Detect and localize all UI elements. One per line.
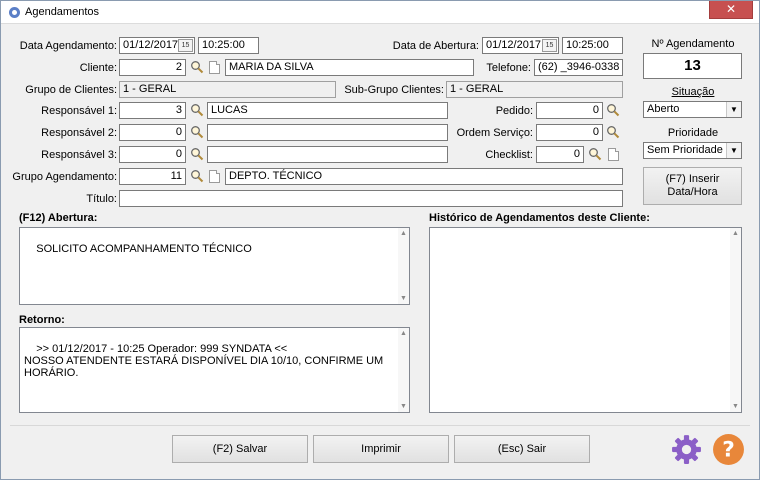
calendar-icon[interactable]: 15	[542, 39, 557, 52]
situacao-label: Situação	[671, 86, 715, 98]
scroll-up-icon[interactable]: ▲	[398, 228, 409, 239]
grupo-agend-code-field[interactable]: 11	[119, 168, 186, 185]
cliente-name-field[interactable]: MARIA DA SILVA	[225, 59, 474, 76]
calendar-icon[interactable]: 15	[178, 39, 193, 52]
numero-agendamento: 13	[643, 53, 742, 79]
magnifier-icon[interactable]	[190, 147, 204, 161]
scroll-up-icon[interactable]: ▲	[730, 228, 741, 239]
resp2-label: Responsável 2:	[41, 127, 117, 139]
magnifier-icon[interactable]	[190, 125, 204, 139]
app-icon	[9, 7, 20, 18]
hora-agendamento-field[interactable]: 10:25:00	[198, 37, 259, 54]
salvar-button[interactable]: (F2) Salvar	[172, 435, 308, 463]
chevron-down-icon[interactable]: ▼	[726, 102, 741, 117]
data-agendamento-field[interactable]: 01/12/2017 15	[119, 37, 195, 54]
inserir-data-hora-button[interactable]: (F7) Inserir Data/Hora	[643, 167, 742, 205]
prioridade-select[interactable]: Sem Prioridade ▼	[643, 142, 742, 159]
document-icon[interactable]	[608, 148, 619, 161]
pedido-label: Pedido:	[495, 105, 533, 117]
historico-list[interactable]: ▲ ▼	[429, 227, 742, 413]
cliente-code-field[interactable]: 2	[119, 59, 186, 76]
sair-button[interactable]: (Esc) Sair	[454, 435, 590, 463]
divider	[10, 425, 750, 426]
historico-label: Histórico de Agendamentos deste Cliente:	[429, 212, 650, 224]
scrollbar[interactable]: ▲ ▼	[730, 228, 741, 412]
chevron-down-icon[interactable]: ▼	[726, 143, 741, 158]
hora-abertura-field[interactable]: 10:25:00	[562, 37, 623, 54]
situacao-value: Aberto	[647, 103, 680, 115]
grupo-agend-name-field[interactable]: DEPTO. TÉCNICO	[225, 168, 623, 185]
svg-text:?: ?	[722, 438, 735, 463]
situacao-select[interactable]: Aberto ▼	[643, 101, 742, 118]
imprimir-button[interactable]: Imprimir	[313, 435, 449, 463]
prioridade-value: Sem Prioridade	[647, 144, 723, 156]
scroll-up-icon[interactable]: ▲	[398, 328, 409, 339]
resp2-code-field[interactable]: 0	[119, 124, 186, 141]
help-icon[interactable]: ?	[712, 433, 745, 466]
data-agendamento-value: 01/12/2017	[123, 39, 179, 51]
magnifier-icon[interactable]	[606, 125, 620, 139]
magnifier-icon[interactable]	[190, 103, 204, 117]
numero-label: Nº Agendamento	[651, 38, 735, 50]
grupo-clientes-field: 1 - GERAL	[119, 81, 336, 98]
magnifier-icon[interactable]	[606, 103, 620, 117]
scroll-down-icon[interactable]: ▼	[730, 401, 741, 412]
abertura-textarea[interactable]: SOLICITO ACOMPANHAMENTO TÉCNICO ▲ ▼	[19, 227, 410, 305]
telefone-label: Telefone:	[486, 62, 531, 74]
resp3-code-field[interactable]: 0	[119, 146, 186, 163]
abertura-label: (F12) Abertura:	[19, 212, 98, 224]
titulo-label: Título:	[86, 193, 117, 205]
title-bar: Agendamentos ✕	[1, 1, 759, 24]
document-icon[interactable]	[209, 170, 220, 183]
grupo-agend-label: Grupo Agendamento:	[12, 171, 117, 183]
magnifier-icon[interactable]	[190, 60, 204, 74]
resp1-label: Responsável 1:	[41, 105, 117, 117]
data-agendamento-label: Data Agendamento:	[19, 40, 117, 52]
data-abertura-label: Data de Abertura:	[392, 40, 479, 52]
telefone-field[interactable]: (62) _3946-0338	[534, 59, 623, 76]
retorno-text: >> 01/12/2017 - 10:25 Operador: 999 SYND…	[24, 343, 384, 379]
settings-icon[interactable]	[670, 433, 703, 466]
resp3-label: Responsável 3:	[41, 149, 117, 161]
scrollbar[interactable]: ▲ ▼	[398, 228, 409, 304]
subgrupo-field: 1 - GERAL	[446, 81, 623, 98]
resp1-code-field[interactable]: 3	[119, 102, 186, 119]
resp2-name-field[interactable]	[207, 124, 448, 141]
data-abertura-value: 01/12/2017	[486, 39, 542, 51]
magnifier-icon[interactable]	[190, 169, 204, 183]
checklist-label: Checklist:	[485, 149, 533, 161]
cliente-label: Cliente:	[79, 62, 117, 74]
scroll-down-icon[interactable]: ▼	[398, 293, 409, 304]
ordem-field[interactable]: 0	[536, 124, 603, 141]
resp3-name-field[interactable]	[207, 146, 448, 163]
abertura-text: SOLICITO ACOMPANHAMENTO TÉCNICO	[36, 243, 252, 255]
prioridade-label: Prioridade	[667, 127, 719, 139]
document-icon[interactable]	[209, 61, 220, 74]
retorno-label: Retorno:	[19, 314, 65, 326]
retorno-textarea[interactable]: >> 01/12/2017 - 10:25 Operador: 999 SYND…	[19, 327, 410, 413]
pedido-field[interactable]: 0	[536, 102, 603, 119]
resp1-name-field[interactable]: LUCAS	[207, 102, 448, 119]
grupo-clientes-label: Grupo de Clientes:	[25, 84, 117, 96]
checklist-field[interactable]: 0	[536, 146, 584, 163]
subgrupo-label: Sub-Grupo Clientes:	[344, 84, 444, 96]
agendamentos-window: Agendamentos ✕ Data Agendamento: 01/12/2…	[0, 0, 760, 480]
close-button[interactable]: ✕	[709, 1, 753, 19]
scrollbar[interactable]: ▲ ▼	[398, 328, 409, 412]
window-title: Agendamentos	[25, 6, 99, 18]
ordem-label: Ordem Serviço:	[456, 127, 533, 139]
magnifier-icon[interactable]	[588, 147, 602, 161]
data-abertura-field[interactable]: 01/12/2017 15	[482, 37, 559, 54]
scroll-down-icon[interactable]: ▼	[398, 401, 409, 412]
titulo-field[interactable]	[119, 190, 623, 207]
